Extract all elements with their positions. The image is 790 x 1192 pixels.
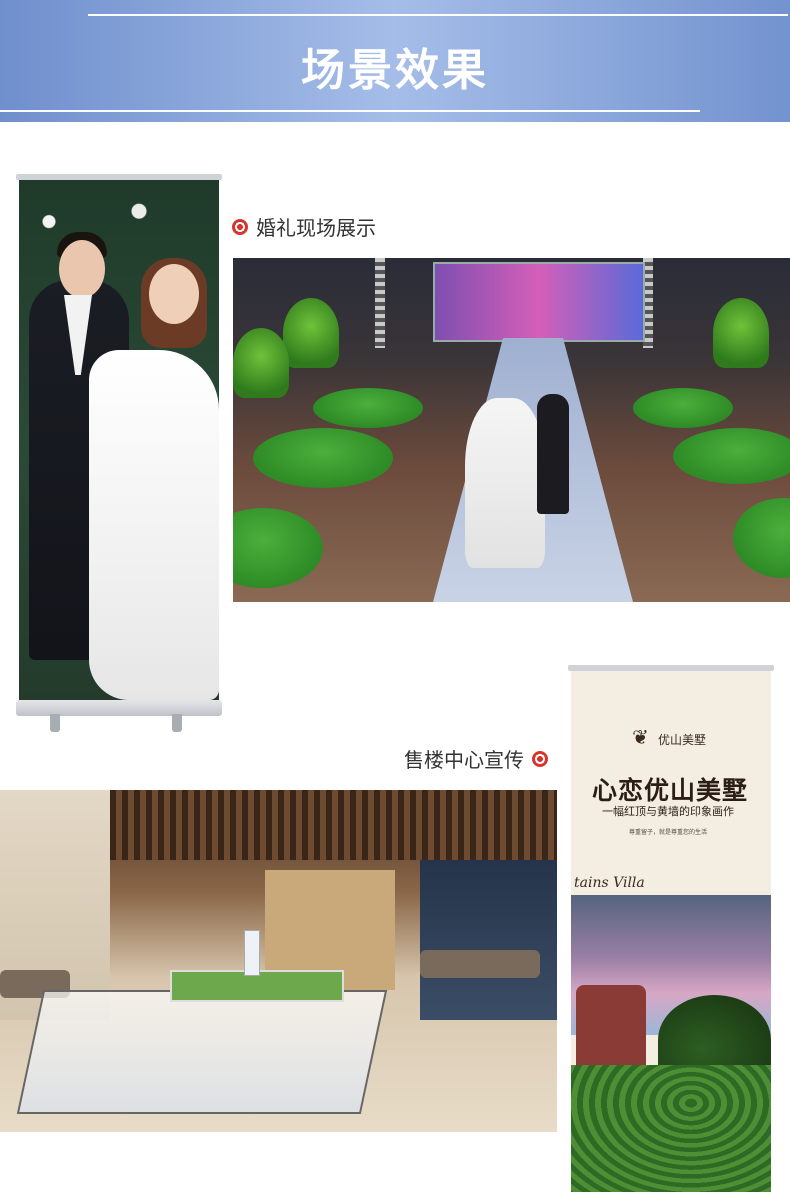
target-icon — [532, 750, 548, 767]
groom-figure — [537, 394, 569, 514]
sales-label-text: 售楼中心宣传 — [404, 748, 524, 772]
villa-subline: 一幅红顶与黄墙的印象画作 — [602, 805, 734, 818]
tree-logo-icon: ❦ — [632, 725, 649, 749]
header-banner: 场景效果 — [0, 0, 790, 122]
villa-rollup-banner: ❦ 优山美墅 心恋优山美墅 一幅红顶与黄墙的印象画作 尊重留子，就是尊重您的生活… — [568, 665, 774, 1192]
villa-small-text: 尊重留子，就是尊重您的生活 — [628, 829, 707, 836]
banquet-table — [233, 508, 323, 588]
wedding-section-label: 婚礼现场展示 — [232, 212, 376, 241]
bride-figure — [465, 398, 545, 568]
model-tower — [244, 930, 260, 976]
villa-headline: 心恋优山美墅 — [591, 776, 748, 805]
header-divider-bottom — [0, 110, 700, 112]
banquet-table — [733, 498, 790, 578]
hedge-maze-garden — [571, 1065, 771, 1192]
page-title: 场景效果 — [301, 45, 489, 96]
sales-center-lobby-scene — [0, 790, 557, 1132]
wedding-rollup-banner — [16, 174, 222, 734]
wood-ceiling — [80, 790, 557, 860]
stage-truss-left — [375, 258, 385, 348]
wedding-hall-scene — [233, 258, 790, 602]
villa-logo-text: 优山美墅 — [658, 733, 707, 747]
banner-foot-left — [50, 714, 60, 732]
potted-plant — [233, 328, 289, 398]
groom-head — [59, 240, 105, 298]
sand-table-model — [16, 990, 388, 1114]
bride-figure — [89, 350, 219, 700]
bride-head — [149, 264, 199, 324]
banner-foot-right — [172, 714, 182, 732]
potted-plant — [713, 298, 769, 368]
banner-base — [16, 700, 222, 716]
wedding-couple-photo — [19, 180, 219, 700]
sales-section-label: 售楼中心宣传 — [404, 744, 548, 773]
banquet-table — [673, 428, 790, 484]
glass-wall — [420, 860, 557, 1020]
stage-led-screen — [433, 262, 645, 342]
villa-brand-english: tains Villa — [574, 875, 645, 891]
banquet-table — [253, 428, 393, 488]
banquet-table — [313, 388, 423, 428]
banquet-table — [633, 388, 733, 428]
header-divider-top — [88, 14, 788, 16]
lounge-sofa — [420, 950, 540, 978]
wedding-label-text: 婚礼现场展示 — [256, 216, 376, 240]
potted-plant — [283, 298, 339, 368]
target-icon — [232, 218, 248, 235]
